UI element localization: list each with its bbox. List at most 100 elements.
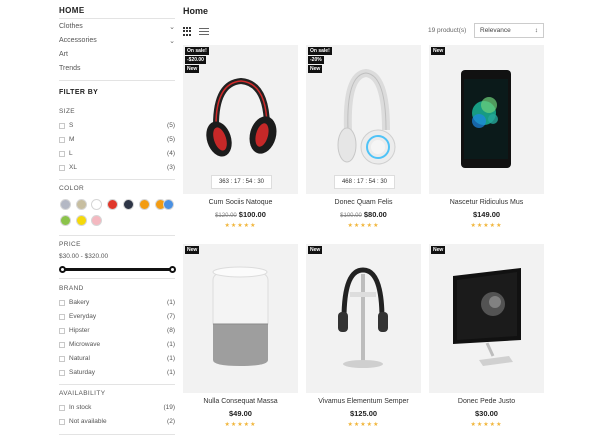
headphones-white-icon — [337, 68, 396, 165]
new-badge: New — [185, 65, 200, 73]
product-name[interactable]: Donec Pede Justo — [429, 398, 544, 407]
checkbox[interactable] — [59, 341, 65, 348]
checkbox[interactable] — [59, 369, 65, 376]
color-swatch[interactable] — [91, 215, 102, 226]
option-count: (19) — [163, 404, 175, 411]
color-swatch[interactable] — [163, 199, 174, 210]
availability-option[interactable]: Not available (2) — [59, 418, 175, 425]
size-option[interactable]: S (5) — [59, 122, 175, 129]
size-option[interactable]: M (5) — [59, 136, 175, 143]
category-art[interactable]: Art — [59, 51, 175, 58]
sidebar-title: HOME — [59, 6, 85, 15]
product-price: $100.00 $80.00 — [306, 210, 421, 220]
grid-view-icon[interactable] — [183, 27, 192, 36]
option-count: (7) — [167, 313, 175, 320]
sort-select[interactable]: Relevance ↕ — [474, 23, 544, 38]
product-image[interactable]: On sale! -$20.00 New 363 : 17 : 54 : 30 — [183, 45, 298, 194]
size-option[interactable]: L (4) — [59, 150, 175, 157]
brand-option[interactable]: Bakery (1) — [59, 299, 175, 306]
color-heading: COLOR — [59, 185, 85, 192]
category-clothes[interactable]: Clothes ⌄ — [59, 23, 175, 31]
rating-stars: ★★★★★ — [470, 223, 503, 229]
brand-option[interactable]: Everyday (7) — [59, 313, 175, 320]
new-badge: New — [308, 65, 323, 73]
checkbox[interactable] — [59, 327, 65, 334]
color-swatch[interactable] — [139, 199, 150, 210]
select-arrows-icon: ↕ — [534, 27, 538, 34]
chevron-down-icon[interactable]: ⌄ — [169, 23, 175, 31]
brand-option[interactable]: Hipster (8) — [59, 327, 175, 334]
color-swatch[interactable] — [76, 199, 87, 210]
product-card[interactable]: New Nascetur Ridiculus Mus $149.00 ★★★★★ — [429, 45, 544, 229]
product-price: $149.00 — [429, 210, 544, 220]
current-price: $80.00 — [363, 210, 387, 219]
new-badge: New — [431, 246, 446, 254]
product-name[interactable]: Vivamus Elementum Semper — [306, 398, 421, 407]
color-swatch[interactable] — [76, 215, 87, 226]
option-label: Hipster — [69, 327, 90, 334]
color-swatch[interactable] — [123, 199, 134, 210]
category-accessories[interactable]: Accessories ⌄ — [59, 37, 175, 45]
product-card[interactable]: On sale! -20% New 468 : 17 : 54 : 30 Don… — [306, 45, 421, 229]
product-card[interactable]: New Nulla Consequat Massa $49.00 ★★★★★ — [183, 244, 298, 428]
product-price: $49.00 — [183, 409, 298, 419]
product-name[interactable]: Donec Quam Felis — [306, 199, 421, 208]
color-swatch[interactable] — [91, 199, 102, 210]
chevron-down-icon[interactable]: ⌄ — [169, 37, 175, 45]
price-slider-min-handle[interactable] — [58, 266, 66, 273]
option-label: L — [69, 150, 73, 157]
checkbox[interactable] — [59, 355, 65, 362]
checkbox[interactable] — [59, 164, 65, 171]
product-image[interactable]: On sale! -20% New 468 : 17 : 54 : 30 — [306, 45, 421, 194]
option-count: (5) — [167, 122, 175, 129]
checkbox[interactable] — [59, 418, 65, 425]
list-view-icon[interactable] — [199, 27, 209, 36]
color-swatch[interactable] — [60, 199, 71, 210]
brand-option[interactable]: Saturday (1) — [59, 369, 175, 376]
option-count: (5) — [167, 136, 175, 143]
smartphone-icon — [461, 70, 511, 168]
color-swatch[interactable] — [107, 199, 118, 210]
option-label: Everyday — [69, 313, 97, 320]
divider — [59, 384, 175, 385]
smart-speaker-icon — [212, 266, 269, 366]
rating-stars: ★★★★★ — [224, 223, 257, 229]
availability-option[interactable]: In stock (19) — [59, 404, 175, 411]
brand-option[interactable]: Natural (1) — [59, 355, 175, 362]
checkbox[interactable] — [59, 122, 65, 129]
product-card[interactable]: New Donec Pede Justo $30.00 ★★★★★ — [429, 244, 544, 428]
checkbox[interactable] — [59, 136, 65, 143]
price-slider-track[interactable] — [62, 268, 172, 271]
desktop-monitor-icon — [453, 268, 521, 366]
color-swatch[interactable] — [60, 215, 71, 226]
product-name[interactable]: Nascetur Ridiculus Mus — [429, 199, 544, 208]
current-price: $30.00 — [475, 409, 498, 418]
checkbox[interactable] — [59, 404, 65, 411]
product-image[interactable]: New — [306, 244, 421, 393]
brand-option[interactable]: Microwave (1) — [59, 341, 175, 348]
category-trends[interactable]: Trends — [59, 65, 175, 72]
category-label: Clothes — [59, 23, 83, 30]
checkbox[interactable] — [59, 299, 65, 306]
option-count: (8) — [167, 327, 175, 334]
divider — [59, 235, 175, 236]
option-count: (1) — [167, 299, 175, 306]
product-image[interactable]: New — [429, 244, 544, 393]
checkbox[interactable] — [59, 313, 65, 320]
rating-stars: ★★★★★ — [347, 223, 380, 229]
product-card[interactable]: New Vivamus Elementum Semper $125.00 ★★★… — [306, 244, 421, 428]
product-image[interactable]: New — [183, 244, 298, 393]
product-name[interactable]: Cum Sociis Natoque — [183, 199, 298, 208]
size-option[interactable]: XL (3) — [59, 164, 175, 171]
checkbox[interactable] — [59, 150, 65, 157]
product-image[interactable]: New — [429, 45, 544, 194]
availability-heading: AVAILABILITY — [59, 390, 106, 397]
product-name[interactable]: Nulla Consequat Massa — [183, 398, 298, 407]
option-label: Saturday — [69, 369, 96, 376]
price-slider-max-handle[interactable] — [168, 266, 176, 273]
product-card[interactable]: On sale! -$20.00 New 363 : 17 : 54 : 30 … — [183, 45, 298, 229]
divider — [59, 179, 175, 180]
option-label: Microwave — [69, 341, 101, 348]
product-price: $120.00 $100.00 — [183, 210, 298, 220]
size-heading: SIZE — [59, 108, 76, 115]
